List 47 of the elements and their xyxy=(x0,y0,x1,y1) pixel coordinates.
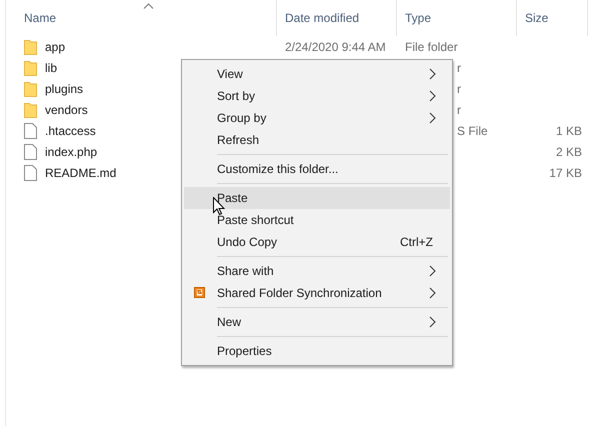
chevron-right-icon xyxy=(429,112,436,124)
file-name[interactable]: vendors xyxy=(45,100,88,118)
file-name[interactable]: lib xyxy=(45,58,58,76)
chevron-right-icon xyxy=(429,90,436,102)
folder-icon xyxy=(24,80,37,96)
date-text: 2/24/2020 9:44 AM xyxy=(285,40,386,54)
menu-item[interactable]: Shared Folder Synchronization xyxy=(184,282,450,304)
menu-item[interactable]: Undo Copy Ctrl+Z xyxy=(184,231,450,253)
menu-item[interactable]: Paste shortcut xyxy=(184,209,450,231)
type-text: File folder xyxy=(405,40,458,54)
folder-icon xyxy=(24,38,37,54)
column-header[interactable]: Date modified xyxy=(277,0,397,36)
menu-item[interactable]: Properties xyxy=(184,340,450,362)
file-name[interactable]: app xyxy=(45,38,66,56)
menu-item[interactable]: View xyxy=(184,63,450,85)
shortcut-text: Ctrl+Z xyxy=(400,234,433,251)
type-text: r xyxy=(457,82,461,96)
chevron-right-icon xyxy=(429,68,436,80)
menu-item[interactable]: New xyxy=(184,311,450,333)
column-header[interactable]: Name xyxy=(16,0,277,36)
type-text: r xyxy=(457,60,461,74)
chevron-right-icon xyxy=(429,265,436,277)
size-text: 2 KB xyxy=(556,144,582,158)
menu-item[interactable]: Share with xyxy=(184,260,450,282)
file-icon xyxy=(24,164,37,180)
size-text: 1 KB xyxy=(556,124,582,138)
menu-item[interactable]: Customize this folder... xyxy=(184,158,450,180)
file-name[interactable]: README.md xyxy=(45,164,116,182)
folder-icon xyxy=(24,60,37,76)
chevron-right-icon xyxy=(429,316,436,328)
file-icon xyxy=(24,122,37,138)
file-name[interactable]: .htaccess xyxy=(45,122,96,140)
column-header[interactable]: Type xyxy=(397,0,517,36)
sync-icon xyxy=(194,287,205,298)
column-header[interactable]: Size xyxy=(517,0,588,36)
folder-icon xyxy=(24,102,37,118)
type-text: r xyxy=(457,102,461,116)
file-name[interactable]: index.php xyxy=(45,142,98,160)
chevron-right-icon xyxy=(429,287,436,299)
type-text: S File xyxy=(457,124,488,138)
menu-item[interactable]: Group by xyxy=(184,107,450,129)
menu-item[interactable]: Refresh xyxy=(184,129,450,151)
menu-item[interactable]: Sort by xyxy=(184,85,450,107)
menu-item[interactable]: Paste xyxy=(184,187,450,209)
size-text: 17 KB xyxy=(549,166,582,180)
file-icon xyxy=(24,144,37,160)
file-name[interactable]: plugins xyxy=(45,80,84,98)
